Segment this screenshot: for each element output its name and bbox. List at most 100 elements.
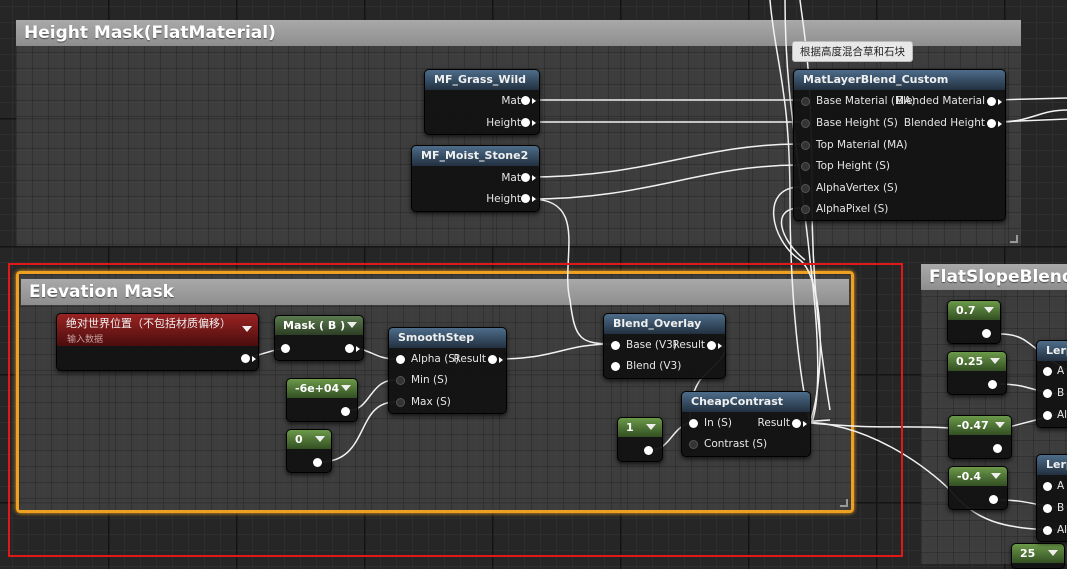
input-pin-icon[interactable]	[801, 97, 810, 106]
input-pin-icon[interactable]	[689, 419, 698, 428]
input-base-height[interactable]: Base Height (S)	[816, 115, 898, 131]
output-pin-icon[interactable]	[792, 419, 801, 428]
output-result[interactable]: Result	[454, 351, 486, 367]
input-pin-icon[interactable]	[611, 362, 620, 371]
input-pin-icon[interactable]	[1043, 482, 1052, 491]
input-pin-icon[interactable]	[1043, 504, 1052, 513]
cheap-contrast-node[interactable]: CheapContrast In (S) Contrast (S) Result	[681, 391, 811, 457]
collapse-caret-icon[interactable]	[315, 436, 325, 442]
input-pin-icon[interactable]	[1043, 526, 1052, 535]
resize-handle[interactable]	[1010, 235, 1018, 243]
constant-neg0-47-node[interactable]: -0.47	[948, 415, 1012, 459]
constant-neg6e4-node[interactable]: -6e+04	[286, 378, 358, 422]
elevation-mask-comment-title[interactable]: Elevation Mask	[21, 279, 849, 305]
lerp-node-2[interactable]: Lerp A B Al	[1036, 454, 1067, 542]
output-mat[interactable]: Mat	[501, 170, 521, 186]
input-alpha[interactable]: Alpha (S)	[411, 351, 459, 367]
constant-25-node[interactable]: 25	[1011, 543, 1065, 569]
output-pin-icon[interactable]	[987, 97, 996, 106]
absolute-world-position-node[interactable]: 绝对世界位置（不包括材质偏移） 输入数据	[56, 313, 259, 371]
input-pin-icon[interactable]	[801, 119, 810, 128]
output-height[interactable]: Height	[486, 191, 521, 207]
output-result[interactable]: Result	[673, 337, 705, 353]
node-title[interactable]: Blend_Overlay	[604, 314, 725, 334]
resize-handle[interactable]	[840, 499, 848, 507]
input-pin-icon[interactable]	[801, 205, 810, 214]
output-pin-icon[interactable]	[982, 329, 991, 338]
input-top-material[interactable]: Top Material (MA)	[816, 137, 908, 153]
output-pin-icon[interactable]	[345, 344, 354, 353]
input-alpha[interactable]: Al	[1057, 407, 1067, 423]
input-max[interactable]: Max (S)	[411, 394, 451, 410]
node-title[interactable]: MatLayerBlend_Custom	[794, 70, 1005, 90]
input-contrast[interactable]: Contrast (S)	[704, 436, 767, 452]
node-title[interactable]: MF_Grass_Wild	[425, 70, 539, 90]
output-pin-icon[interactable]	[313, 458, 322, 467]
output-blended-material[interactable]: Blended Material	[896, 93, 985, 109]
collapse-caret-icon[interactable]	[991, 473, 1001, 479]
input-pin-icon[interactable]	[396, 355, 405, 364]
output-pin-icon[interactable]	[341, 407, 350, 416]
input-pin-icon[interactable]	[801, 162, 810, 171]
input-b[interactable]: B	[1057, 385, 1064, 401]
collapse-caret-icon[interactable]	[1048, 550, 1058, 556]
collapse-caret-icon[interactable]	[990, 358, 1000, 364]
output-height[interactable]: Height	[486, 115, 521, 131]
output-pin-icon[interactable]	[707, 341, 716, 350]
output-pin-icon[interactable]	[644, 446, 653, 455]
input-pin-icon[interactable]	[396, 398, 405, 407]
input-a[interactable]: A	[1057, 478, 1064, 494]
mf-grass-wild-node[interactable]: MF_Grass_Wild Mat Height	[424, 69, 540, 135]
input-a[interactable]: A	[1057, 363, 1064, 379]
smoothstep-node[interactable]: SmoothStep Alpha (S) Min (S) Max (S) Res…	[388, 327, 507, 414]
flat-slope-comment-title[interactable]: FlatSlopeBlendM	[921, 264, 1067, 290]
constant-neg0-4-node[interactable]: -0.4	[948, 466, 1008, 510]
input-pin-icon[interactable]	[281, 344, 290, 353]
input-base[interactable]: Base (V3)	[626, 337, 677, 353]
output-pin-icon[interactable]	[521, 194, 530, 203]
output-pin-icon[interactable]	[989, 495, 998, 504]
collapse-caret-icon[interactable]	[984, 307, 994, 313]
input-alpha[interactable]: Al	[1057, 522, 1067, 538]
input-alpha-pixel[interactable]: AlphaPixel (S)	[816, 201, 888, 217]
matlayerblend-custom-node[interactable]: MatLayerBlend_Custom Base Material (MA) …	[793, 69, 1006, 221]
constant-0-7-node[interactable]: 0.7	[947, 300, 1001, 344]
input-pin-icon[interactable]	[689, 440, 698, 449]
node-title[interactable]: Lerp	[1037, 455, 1067, 475]
node-title[interactable]: Lerp	[1037, 341, 1067, 361]
input-top-height[interactable]: Top Height (S)	[816, 158, 890, 174]
constant-one-node[interactable]: 1	[617, 417, 663, 462]
output-blended-height[interactable]: Blended Height	[904, 115, 985, 131]
output-pin-icon[interactable]	[521, 118, 530, 127]
collapse-caret-icon[interactable]	[646, 424, 656, 430]
collapse-caret-icon[interactable]	[995, 422, 1005, 428]
output-pin-icon[interactable]	[521, 173, 530, 182]
constant-0-25-node[interactable]: 0.25	[947, 351, 1007, 395]
node-title[interactable]: MF_Moist_Stone2	[412, 146, 539, 166]
input-alpha-vertex[interactable]: AlphaVertex (S)	[816, 180, 898, 196]
output-mat[interactable]: Mat	[501, 93, 521, 109]
output-pin-icon[interactable]	[521, 96, 530, 105]
input-pin-icon[interactable]	[801, 184, 810, 193]
blend-overlay-node[interactable]: Blend_Overlay Base (V3) Blend (V3) Resul…	[603, 313, 726, 379]
input-in[interactable]: In (S)	[704, 415, 732, 431]
output-pin-icon[interactable]	[987, 119, 996, 128]
collapse-caret-icon[interactable]	[341, 385, 351, 391]
output-pin-icon[interactable]	[241, 354, 250, 363]
input-pin-icon[interactable]	[801, 141, 810, 150]
input-pin-icon[interactable]	[1043, 389, 1052, 398]
collapse-caret-icon[interactable]	[347, 322, 357, 328]
node-title[interactable]: CheapContrast	[682, 392, 810, 412]
node-title[interactable]: SmoothStep	[389, 328, 506, 348]
input-pin-icon[interactable]	[1043, 367, 1052, 376]
output-pin-icon[interactable]	[488, 355, 497, 364]
input-blend[interactable]: Blend (V3)	[626, 358, 681, 374]
output-pin-icon[interactable]	[988, 380, 997, 389]
input-min[interactable]: Min (S)	[411, 372, 448, 388]
mf-moist-stone-node[interactable]: MF_Moist_Stone2 Mat Height	[411, 145, 540, 212]
lerp-node-1[interactable]: Lerp A B Al	[1036, 340, 1067, 428]
constant-zero-node[interactable]: 0	[286, 429, 332, 473]
input-pin-icon[interactable]	[1043, 411, 1052, 420]
input-pin-icon[interactable]	[396, 376, 405, 385]
input-pin-icon[interactable]	[611, 341, 620, 350]
